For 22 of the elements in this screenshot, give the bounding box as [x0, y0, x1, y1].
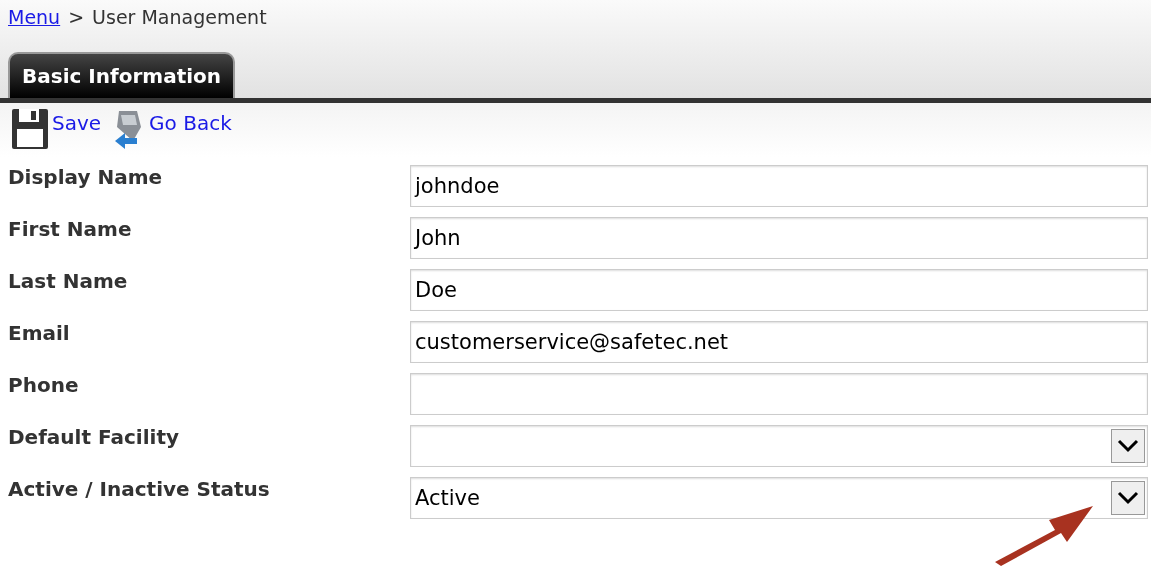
field-label: Phone [7, 373, 80, 397]
field-label: Email [7, 321, 71, 345]
field-label: Active / Inactive Status [7, 477, 271, 501]
tab[interactable]: Basic Information [8, 52, 236, 98]
text-field[interactable] [410, 373, 1148, 415]
field-label: Last Name [7, 269, 129, 293]
dropdown[interactable] [410, 425, 1148, 467]
menu-link[interactable]: Menu [8, 6, 61, 52]
text-field[interactable]: customerservice@safetec.net [410, 321, 1148, 363]
text-field[interactable]: John [410, 217, 1148, 259]
chevron-down-icon [1111, 481, 1145, 515]
breadcrumb-separator: > [68, 6, 85, 30]
text-field[interactable]: johndoe [410, 165, 1148, 207]
text-field[interactable]: Doe [410, 269, 1148, 311]
dropdown[interactable]: Active [410, 477, 1148, 519]
save-link[interactable]: Save [52, 111, 102, 135]
chevron-down-icon [1111, 429, 1145, 463]
breadcrumb-current: User Management [92, 6, 267, 30]
go-back-link[interactable]: Go Back [149, 111, 232, 135]
field-label: First Name [7, 217, 133, 241]
field-label: Display Name [7, 165, 164, 189]
field-label: Default Facility [7, 425, 180, 449]
